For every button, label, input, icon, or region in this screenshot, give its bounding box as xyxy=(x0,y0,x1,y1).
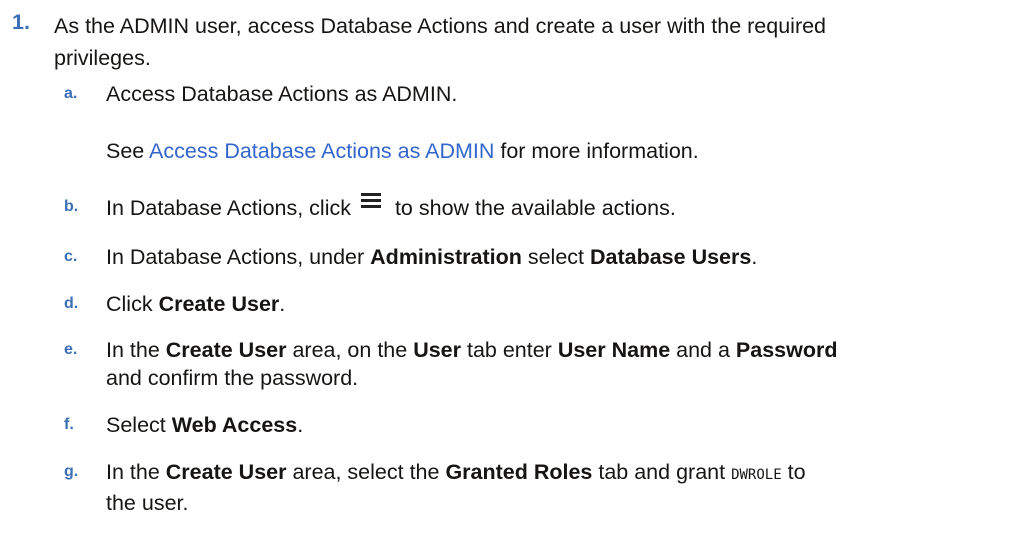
step-text-line-2: privileges. xyxy=(54,46,151,70)
document: 1. As the ADMIN user, access Database Ac… xyxy=(0,0,1022,535)
text: . xyxy=(751,245,758,269)
substep-letter: b. xyxy=(64,198,79,215)
text: and a xyxy=(670,338,736,362)
note-prefix: See xyxy=(106,139,150,163)
see-also-note: See Access Database Actions as ADMIN for… xyxy=(106,137,1006,165)
substep-letter: c. xyxy=(64,248,78,265)
text: In the xyxy=(106,338,166,362)
text: . xyxy=(297,413,304,437)
granted-roles-term: Granted Roles xyxy=(445,460,593,484)
text: and confirm the password. xyxy=(106,366,359,390)
text: area, select the xyxy=(286,460,446,484)
step-text-line-1: As the ADMIN user, access Database Actio… xyxy=(54,14,827,38)
substep-letter: a. xyxy=(64,85,78,102)
create-user-term: Create User xyxy=(165,460,287,484)
text: select xyxy=(521,245,590,269)
substep-text: In Database Actions, under Administratio… xyxy=(106,243,1016,271)
text: to xyxy=(781,460,806,484)
substep-text: Select Web Access. xyxy=(106,411,1016,439)
substep-text: Access Database Actions as ADMIN. xyxy=(106,82,458,106)
substep-text: Click Create User. xyxy=(106,290,1016,318)
substep-text: In Database Actions, click to show the a… xyxy=(106,193,1016,222)
text: Select xyxy=(106,413,172,437)
user-tab-term: User xyxy=(413,338,461,362)
substep-letter: f. xyxy=(64,416,74,433)
text: In the xyxy=(106,460,166,484)
text: . xyxy=(279,292,286,316)
substep-b-before: In Database Actions, click xyxy=(106,196,351,220)
step-number: 1. xyxy=(12,10,30,34)
text: area, on the xyxy=(286,338,414,362)
web-access-term: Web Access xyxy=(171,413,298,437)
substep-text: In the Create User area, on the User tab… xyxy=(106,336,1016,392)
text: In Database Actions, under xyxy=(106,245,371,269)
user-name-term: User Name xyxy=(557,338,671,362)
substep-text: In the Create User area, select the Gran… xyxy=(106,458,1016,517)
create-user-term: Create User xyxy=(165,338,287,362)
substep-b-after: to show the available actions. xyxy=(394,196,676,220)
text: the user. xyxy=(106,491,189,515)
access-database-actions-link[interactable]: Access Database Actions as ADMIN xyxy=(149,139,494,163)
create-user-term: Create User xyxy=(158,292,280,316)
step-text: As the ADMIN user, access Database Actio… xyxy=(54,10,1014,74)
substep-letter: e. xyxy=(64,341,78,358)
text: tab and grant xyxy=(592,460,732,484)
text: Click xyxy=(106,292,159,316)
substep-letter: g. xyxy=(64,463,79,480)
note-suffix: for more information. xyxy=(494,139,699,163)
database-users-term: Database Users xyxy=(589,245,752,269)
dwrole-code: DWROLE xyxy=(731,467,782,483)
password-term: Password xyxy=(735,338,838,362)
administration-term: Administration xyxy=(370,245,522,269)
text: tab enter xyxy=(461,338,558,362)
hamburger-menu-icon xyxy=(360,193,381,209)
substep-letter: d. xyxy=(64,295,79,312)
